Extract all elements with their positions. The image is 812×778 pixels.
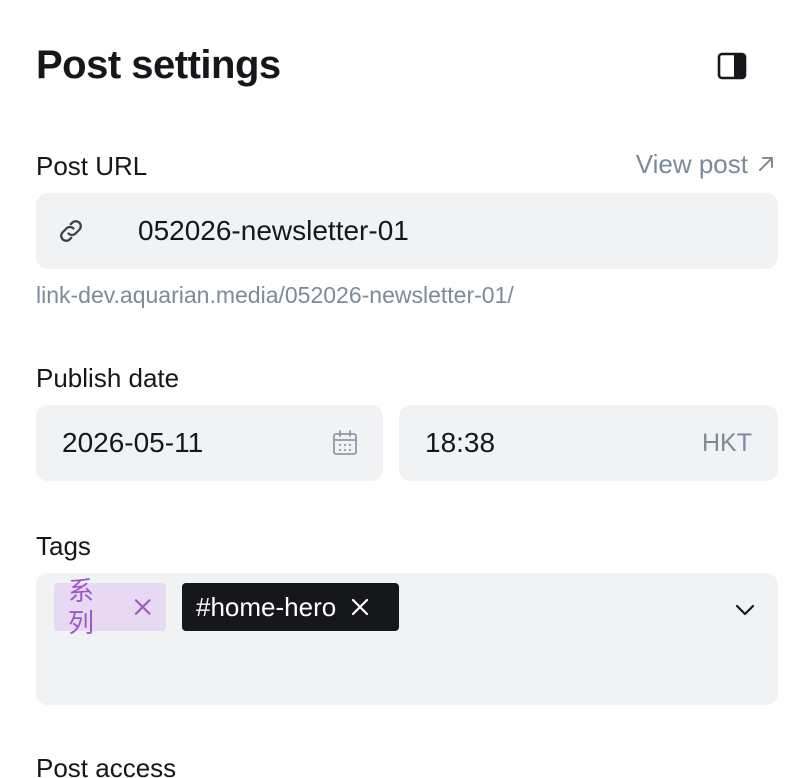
tag-label: 系列 [68, 576, 95, 638]
tags-input[interactable]: 系列 #home-hero [36, 573, 778, 705]
post-access-label: Post access [36, 753, 177, 778]
timezone-label: HKT [702, 429, 752, 457]
chevron-down-icon[interactable] [732, 597, 758, 623]
post-url-preview: link-dev.aquarian.media/052026-newslette… [36, 282, 514, 308]
post-settings-panel: Post settings Post URL View post 052026-… [0, 0, 812, 778]
date-value: 2026-05-11 [62, 427, 204, 458]
view-post-label: View post [635, 149, 748, 179]
calendar-icon[interactable] [331, 429, 359, 457]
page-title: Post settings [36, 43, 281, 87]
time-input[interactable]: 18:38 HKT [399, 405, 778, 481]
tag-chip[interactable]: 系列 [54, 576, 166, 638]
publish-date-label: Publish date [36, 363, 180, 393]
view-post-link[interactable]: View post [636, 148, 776, 180]
close-icon[interactable] [133, 597, 152, 617]
sidebar-toggle-button[interactable] [716, 50, 748, 82]
link-icon [60, 220, 82, 242]
time-value: 18:38 [425, 427, 496, 458]
date-input[interactable]: 2026-05-11 [36, 405, 383, 481]
post-url-label: Post URL [36, 151, 148, 181]
post-url-value: 052026-newsletter-01 [138, 215, 409, 246]
close-icon[interactable] [350, 597, 370, 617]
tag-chip[interactable]: #home-hero [182, 583, 399, 631]
tag-label: #home-hero [196, 592, 337, 622]
post-url-input[interactable]: 052026-newsletter-01 [36, 193, 778, 269]
tags-label: Tags [36, 531, 91, 561]
arrow-up-right-icon [759, 157, 773, 171]
sidebar-panel-icon [717, 52, 747, 80]
